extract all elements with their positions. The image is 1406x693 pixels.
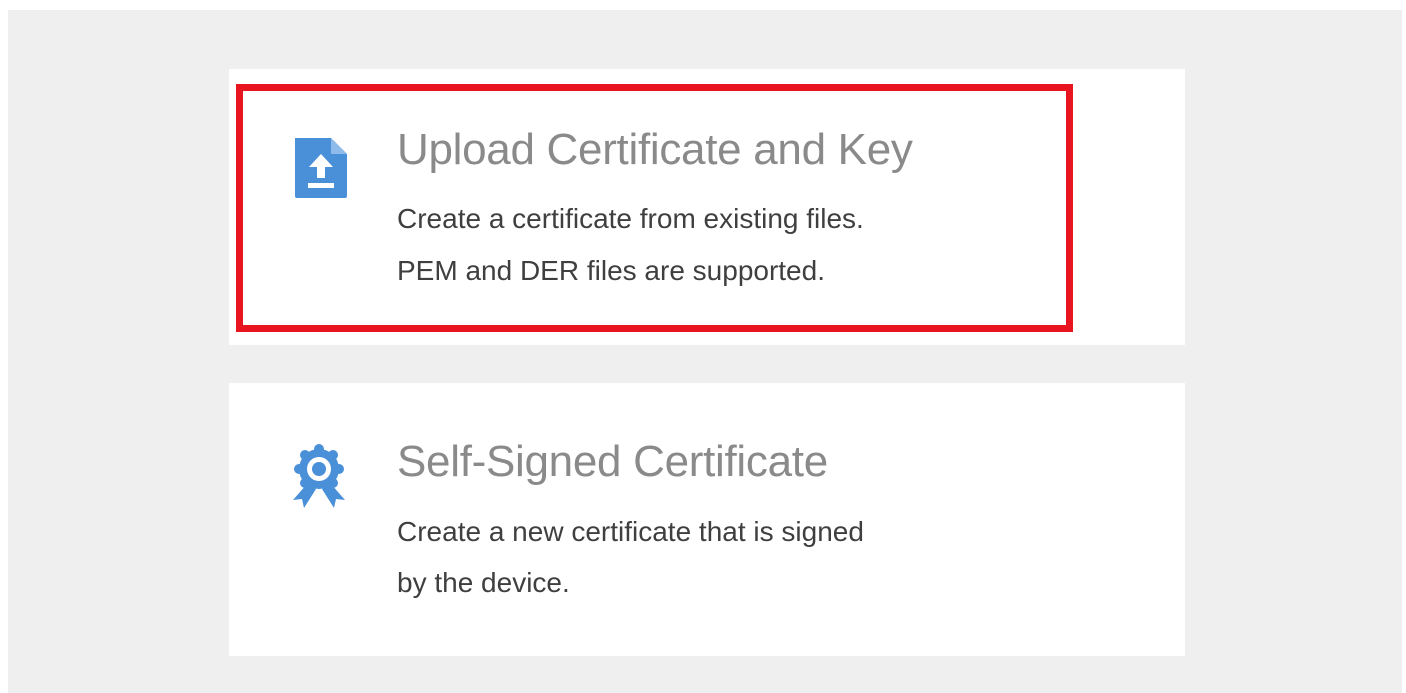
self-signed-certificate-description-line-2: by the device. — [397, 567, 570, 598]
upload-certificate-description-line-2: PEM and DER files are supported. — [397, 255, 825, 286]
upload-certificate-description-line-1: Create a certificate from existing files… — [397, 203, 864, 234]
certificate-badge-icon — [287, 442, 351, 510]
self-signed-certificate-title: Self-Signed Certificate — [397, 437, 828, 486]
self-signed-certificate-description-line-1: Create a new certificate that is signed — [397, 516, 864, 547]
upload-file-icon — [289, 134, 353, 202]
upload-certificate-title: Upload Certificate and Key — [397, 125, 913, 174]
